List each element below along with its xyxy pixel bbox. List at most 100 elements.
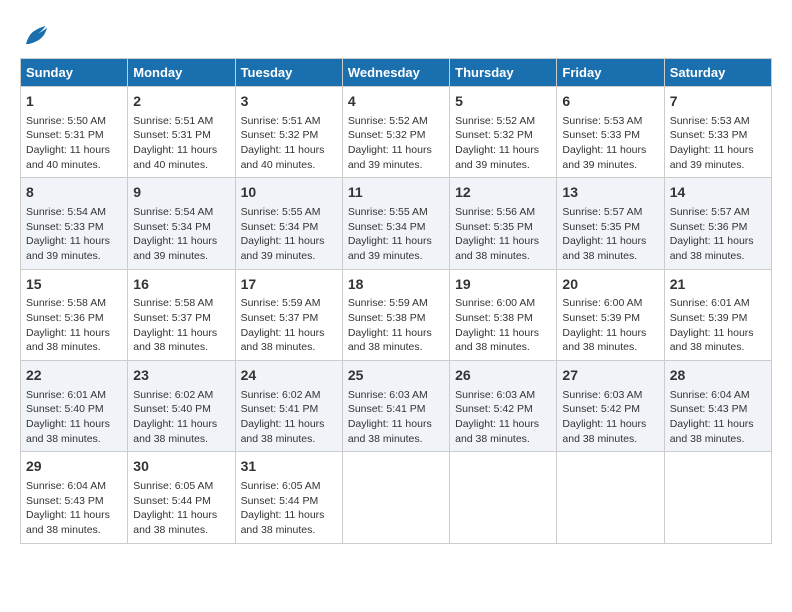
day-number: 23 [133,366,229,386]
sunrise-text: Sunrise: 6:03 AM [348,388,444,403]
sunset-text: Sunset: 5:35 PM [562,220,658,235]
sunset-text: Sunset: 5:33 PM [562,128,658,143]
sunrise-text: Sunrise: 5:59 AM [241,296,337,311]
daylight-text: Daylight: 11 hours and 39 minutes. [26,234,122,263]
day-number: 29 [26,457,122,477]
daylight-text: Daylight: 11 hours and 40 minutes. [241,143,337,172]
calendar-cell: 22Sunrise: 6:01 AMSunset: 5:40 PMDayligh… [21,361,128,452]
daylight-text: Daylight: 11 hours and 38 minutes. [670,326,766,355]
sunrise-text: Sunrise: 6:05 AM [133,479,229,494]
daylight-text: Daylight: 11 hours and 39 minutes. [562,143,658,172]
col-header-friday: Friday [557,59,664,87]
sunrise-text: Sunrise: 6:00 AM [455,296,551,311]
week-row-2: 8Sunrise: 5:54 AMSunset: 5:33 PMDaylight… [21,178,772,269]
calendar-cell [557,452,664,543]
sunrise-text: Sunrise: 5:51 AM [241,114,337,129]
week-row-5: 29Sunrise: 6:04 AMSunset: 5:43 PMDayligh… [21,452,772,543]
calendar-cell: 20Sunrise: 6:00 AMSunset: 5:39 PMDayligh… [557,269,664,360]
sunset-text: Sunset: 5:43 PM [670,402,766,417]
sunset-text: Sunset: 5:40 PM [133,402,229,417]
daylight-text: Daylight: 11 hours and 38 minutes. [670,417,766,446]
sunset-text: Sunset: 5:39 PM [670,311,766,326]
col-header-tuesday: Tuesday [235,59,342,87]
calendar-cell: 16Sunrise: 5:58 AMSunset: 5:37 PMDayligh… [128,269,235,360]
calendar-cell: 14Sunrise: 5:57 AMSunset: 5:36 PMDayligh… [664,178,771,269]
calendar-cell: 28Sunrise: 6:04 AMSunset: 5:43 PMDayligh… [664,361,771,452]
sunset-text: Sunset: 5:40 PM [26,402,122,417]
day-number: 5 [455,92,551,112]
calendar-cell: 21Sunrise: 6:01 AMSunset: 5:39 PMDayligh… [664,269,771,360]
sunrise-text: Sunrise: 5:55 AM [241,205,337,220]
day-number: 14 [670,183,766,203]
day-number: 15 [26,275,122,295]
day-number: 10 [241,183,337,203]
week-row-1: 1Sunrise: 5:50 AMSunset: 5:31 PMDaylight… [21,87,772,178]
sunrise-text: Sunrise: 6:03 AM [455,388,551,403]
sunset-text: Sunset: 5:34 PM [241,220,337,235]
sunrise-text: Sunrise: 5:52 AM [455,114,551,129]
calendar-cell: 25Sunrise: 6:03 AMSunset: 5:41 PMDayligh… [342,361,449,452]
sunrise-text: Sunrise: 5:58 AM [133,296,229,311]
sunrise-text: Sunrise: 6:05 AM [241,479,337,494]
calendar-cell: 9Sunrise: 5:54 AMSunset: 5:34 PMDaylight… [128,178,235,269]
day-number: 4 [348,92,444,112]
sunrise-text: Sunrise: 5:57 AM [670,205,766,220]
logo [20,20,54,50]
daylight-text: Daylight: 11 hours and 38 minutes. [241,326,337,355]
calendar-cell: 29Sunrise: 6:04 AMSunset: 5:43 PMDayligh… [21,452,128,543]
week-row-3: 15Sunrise: 5:58 AMSunset: 5:36 PMDayligh… [21,269,772,360]
sunset-text: Sunset: 5:36 PM [26,311,122,326]
daylight-text: Daylight: 11 hours and 39 minutes. [133,234,229,263]
calendar-cell: 15Sunrise: 5:58 AMSunset: 5:36 PMDayligh… [21,269,128,360]
col-header-saturday: Saturday [664,59,771,87]
sunset-text: Sunset: 5:32 PM [348,128,444,143]
sunrise-text: Sunrise: 5:58 AM [26,296,122,311]
calendar-cell: 10Sunrise: 5:55 AMSunset: 5:34 PMDayligh… [235,178,342,269]
calendar-cell: 7Sunrise: 5:53 AMSunset: 5:33 PMDaylight… [664,87,771,178]
sunset-text: Sunset: 5:31 PM [133,128,229,143]
calendar-cell: 5Sunrise: 5:52 AMSunset: 5:32 PMDaylight… [450,87,557,178]
daylight-text: Daylight: 11 hours and 38 minutes. [455,326,551,355]
daylight-text: Daylight: 11 hours and 39 minutes. [348,143,444,172]
sunrise-text: Sunrise: 6:02 AM [133,388,229,403]
calendar-cell: 1Sunrise: 5:50 AMSunset: 5:31 PMDaylight… [21,87,128,178]
calendar-cell: 17Sunrise: 5:59 AMSunset: 5:37 PMDayligh… [235,269,342,360]
calendar-table: SundayMondayTuesdayWednesdayThursdayFrid… [20,58,772,544]
col-header-thursday: Thursday [450,59,557,87]
calendar-cell: 18Sunrise: 5:59 AMSunset: 5:38 PMDayligh… [342,269,449,360]
header [20,20,772,50]
day-number: 11 [348,183,444,203]
sunset-text: Sunset: 5:33 PM [26,220,122,235]
day-number: 6 [562,92,658,112]
col-header-sunday: Sunday [21,59,128,87]
sunset-text: Sunset: 5:44 PM [133,494,229,509]
sunset-text: Sunset: 5:43 PM [26,494,122,509]
calendar-cell: 2Sunrise: 5:51 AMSunset: 5:31 PMDaylight… [128,87,235,178]
daylight-text: Daylight: 11 hours and 38 minutes. [241,417,337,446]
calendar-cell: 31Sunrise: 6:05 AMSunset: 5:44 PMDayligh… [235,452,342,543]
sunrise-text: Sunrise: 5:52 AM [348,114,444,129]
day-number: 20 [562,275,658,295]
sunrise-text: Sunrise: 5:55 AM [348,205,444,220]
day-number: 7 [670,92,766,112]
sunrise-text: Sunrise: 6:02 AM [241,388,337,403]
sunrise-text: Sunrise: 6:00 AM [562,296,658,311]
sunrise-text: Sunrise: 5:59 AM [348,296,444,311]
sunrise-text: Sunrise: 6:03 AM [562,388,658,403]
day-number: 9 [133,183,229,203]
daylight-text: Daylight: 11 hours and 38 minutes. [133,508,229,537]
sunset-text: Sunset: 5:37 PM [133,311,229,326]
daylight-text: Daylight: 11 hours and 38 minutes. [26,417,122,446]
sunset-text: Sunset: 5:34 PM [348,220,444,235]
day-number: 25 [348,366,444,386]
sunset-text: Sunset: 5:38 PM [348,311,444,326]
daylight-text: Daylight: 11 hours and 38 minutes. [26,326,122,355]
week-row-4: 22Sunrise: 6:01 AMSunset: 5:40 PMDayligh… [21,361,772,452]
day-number: 16 [133,275,229,295]
calendar-cell: 23Sunrise: 6:02 AMSunset: 5:40 PMDayligh… [128,361,235,452]
sunset-text: Sunset: 5:35 PM [455,220,551,235]
sunrise-text: Sunrise: 5:51 AM [133,114,229,129]
calendar-cell [664,452,771,543]
col-header-monday: Monday [128,59,235,87]
calendar-cell: 30Sunrise: 6:05 AMSunset: 5:44 PMDayligh… [128,452,235,543]
